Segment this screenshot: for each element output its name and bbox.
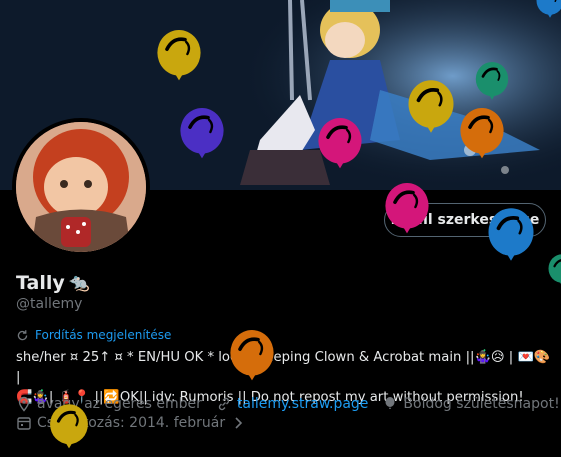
birthday-text: Boldog születésnapot!: [403, 396, 559, 412]
bio-line-1: she/her ¤ 25↑ ¤ * EN/HU OK * local Weepi…: [16, 348, 556, 388]
translate-label[interactable]: Fordítás megjelenítése: [35, 328, 171, 342]
user-handle: @tallemy: [16, 296, 82, 312]
location: avagy az egeres ember: [16, 396, 202, 412]
website-link[interactable]: tallemy.straw.page: [237, 396, 369, 412]
refresh-icon: [16, 329, 29, 342]
balloon-icon: [547, 254, 561, 292]
chevron-right-icon: [230, 415, 246, 431]
display-name-text: Tally: [16, 272, 65, 294]
location-pin-icon: [16, 396, 32, 412]
display-name: Tally 🐀: [16, 272, 90, 294]
rat-emoji: 🐀: [69, 273, 90, 293]
link-icon: [216, 396, 232, 412]
location-text: avagy az egeres ember: [37, 396, 202, 412]
avatar[interactable]: [12, 118, 150, 256]
joined: Csatlakozás: 2014. február: [16, 415, 246, 431]
website[interactable]: tallemy.straw.page: [216, 396, 369, 412]
joined-row: Csatlakozás: 2014. február: [16, 415, 246, 431]
birthday: Boldog születésnapot!: [382, 396, 559, 412]
avatar-illustration: [16, 122, 146, 252]
profile-meta: avagy az egeres ember tallemy.straw.page…: [16, 396, 560, 412]
calendar-icon: [16, 415, 32, 431]
joined-text: Csatlakozás: 2014. február: [37, 415, 225, 431]
balloon-icon: [382, 396, 398, 412]
translate-bio-link[interactable]: Fordítás megjelenítése: [16, 328, 171, 342]
edit-profile-button[interactable]: Profil szerkesztése: [384, 203, 546, 237]
